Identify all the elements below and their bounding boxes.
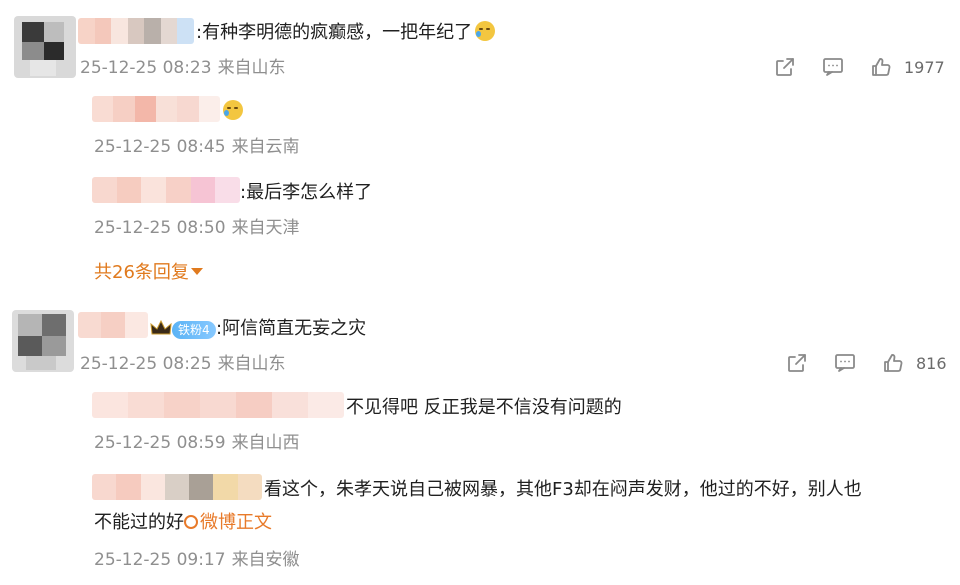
- weibo-post-link[interactable]: 微博正文: [184, 512, 272, 533]
- timestamp: 25-12-25 08:45: [94, 137, 226, 157]
- share-button[interactable]: [784, 350, 810, 376]
- reply-meta: 25-12-25 08:59 来自山西: [94, 432, 300, 454]
- reply-meta: 25-12-25 08:45 来自云南: [94, 136, 300, 158]
- comment-meta: 25-12-25 08:25 来自山东: [80, 353, 286, 375]
- thumbs-up-icon: [872, 58, 891, 76]
- fan-badge[interactable]: 铁粉4: [172, 321, 216, 339]
- crown-icon: [150, 320, 172, 335]
- avatar[interactable]: [14, 16, 76, 78]
- comment-meta: 25-12-25 08:23 来自山东: [80, 57, 286, 79]
- comment-text: :阿信简直无妄之灾: [216, 318, 367, 339]
- reply-text: 不见得吧 反正我是不信没有问题的: [346, 397, 622, 418]
- reply-text: [220, 99, 243, 125]
- comment-button[interactable]: [832, 350, 858, 376]
- link-icon: [184, 515, 198, 529]
- avatar[interactable]: [12, 310, 74, 372]
- thumbs-up-icon: [884, 354, 903, 372]
- timestamp: 25-12-25 08:50: [94, 218, 226, 238]
- reply-meta: 25-12-25 08:50 来自天津: [94, 217, 300, 239]
- username-blurred[interactable]: [78, 312, 148, 338]
- timestamp: 25-12-25 08:59: [94, 433, 226, 453]
- comment-actions: 1977: [772, 54, 945, 80]
- laugh-cry-emoji: [223, 100, 243, 120]
- reply-text-line2: 不能过的好 微博正文: [94, 512, 272, 533]
- comment-item: 铁粉4 :阿信简直无妄之灾 25-12-25 08:25 来自山东 816 不见得…: [0, 300, 960, 585]
- like-button[interactable]: [868, 54, 894, 80]
- comment-actions: 816: [784, 350, 947, 376]
- comment-icon: [823, 58, 843, 76]
- timestamp: 25-12-25 08:25: [80, 354, 212, 374]
- timestamp: 25-12-25 08:23: [80, 58, 212, 78]
- share-icon: [788, 354, 806, 372]
- laugh-cry-emoji: [475, 21, 496, 41]
- reply-text: :最后李怎么样了: [240, 182, 373, 203]
- like-count: 816: [916, 353, 947, 373]
- share-button[interactable]: [772, 54, 798, 80]
- comment-item: :有种李明德的疯癫感，一把年纪了 25-12-25 08:23 来自山东 1977…: [0, 0, 960, 296]
- location: 来自云南: [231, 137, 300, 157]
- more-replies-link[interactable]: 共26条回复: [94, 262, 203, 284]
- reply-text-line1: 看这个，朱孝天说自己被网暴，其他F3却在闷声发财，他过的不好，别人也: [264, 479, 862, 500]
- share-icon: [776, 58, 794, 76]
- location: 来自天津: [231, 218, 300, 238]
- reply-username-blurred[interactable]: [92, 177, 240, 203]
- reply-meta: 25-12-25 09:17 来自安徽: [94, 549, 300, 571]
- reply-username-blurred[interactable]: [92, 96, 220, 122]
- comment-button[interactable]: [820, 54, 846, 80]
- reply-username-blurred[interactable]: [92, 474, 262, 500]
- location: 来自山西: [231, 433, 300, 453]
- timestamp: 25-12-25 09:17: [94, 550, 226, 570]
- comment-text: :有种李明德的疯癫感，一把年纪了: [196, 20, 496, 46]
- like-button[interactable]: [880, 350, 906, 376]
- chevron-down-icon: [190, 268, 203, 275]
- location: 来自山东: [217, 58, 286, 78]
- like-count: 1977: [904, 57, 945, 77]
- reply-username-blurred[interactable]: [92, 392, 344, 418]
- username-blurred[interactable]: [78, 18, 194, 44]
- comment-icon: [835, 354, 855, 372]
- location: 来自安徽: [231, 550, 300, 570]
- location: 来自山东: [217, 354, 286, 374]
